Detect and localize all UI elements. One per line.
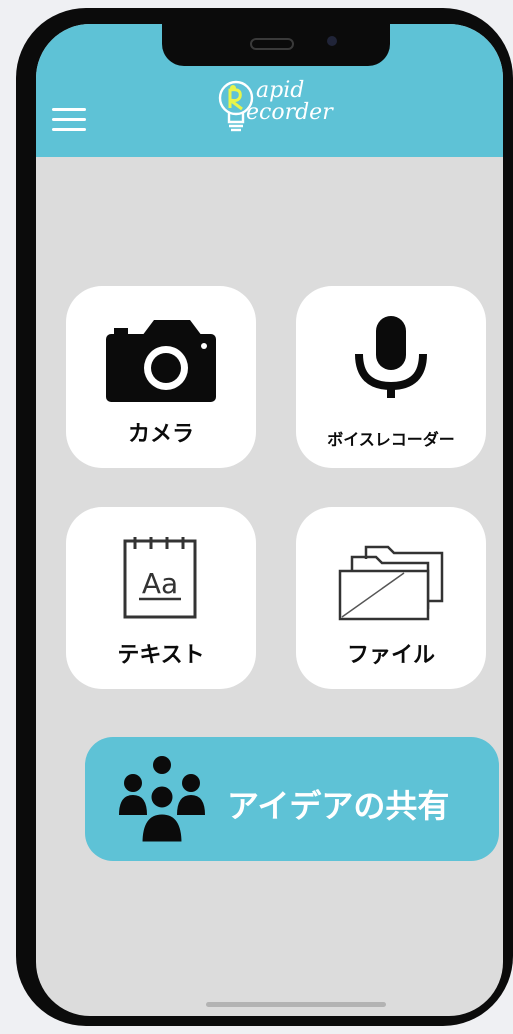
speaker-grille <box>250 38 294 50</box>
logo-text-line2: ecorder <box>246 100 333 125</box>
phone-notch <box>162 24 390 66</box>
camera-icon <box>106 320 216 402</box>
svg-text:Aa: Aa <box>142 567 178 600</box>
phone-frame: apid ecorder カメラ ボイスレコーダー Aa テキスト ファイル ア… <box>16 8 513 1026</box>
file-label: ファイル <box>346 643 435 668</box>
share-ideas-button[interactable]: アイデアの共有 <box>85 737 499 861</box>
microphone-icon <box>355 316 427 398</box>
home-indicator[interactable] <box>206 1002 386 1007</box>
voice-recorder-tile-button[interactable]: ボイスレコーダー <box>296 286 486 468</box>
group-people-icon <box>119 756 205 845</box>
share-ideas-label: アイデアの共有 <box>227 787 450 825</box>
camera-label: カメラ <box>127 422 194 447</box>
menu-button[interactable] <box>52 108 86 134</box>
camera-tile-button[interactable]: カメラ <box>66 286 256 468</box>
text-label: テキスト <box>117 643 205 668</box>
hamburger-line <box>52 108 86 111</box>
front-camera <box>327 36 337 46</box>
notebook-text-icon: Aa <box>123 537 197 619</box>
app-logo: apid ecorder <box>216 76 366 146</box>
logo-text-line1: apid <box>256 78 305 103</box>
text-tile-button[interactable]: Aa テキスト <box>66 507 256 689</box>
hamburger-line <box>52 118 86 121</box>
voice-recorder-label: ボイスレコーダー <box>327 430 455 449</box>
hamburger-line <box>52 128 86 131</box>
app-header: apid ecorder <box>36 24 503 157</box>
phone-screen: apid ecorder カメラ ボイスレコーダー Aa テキスト ファイル ア… <box>36 24 503 1016</box>
file-tile-button[interactable]: ファイル <box>296 507 486 689</box>
folders-icon <box>338 545 444 621</box>
